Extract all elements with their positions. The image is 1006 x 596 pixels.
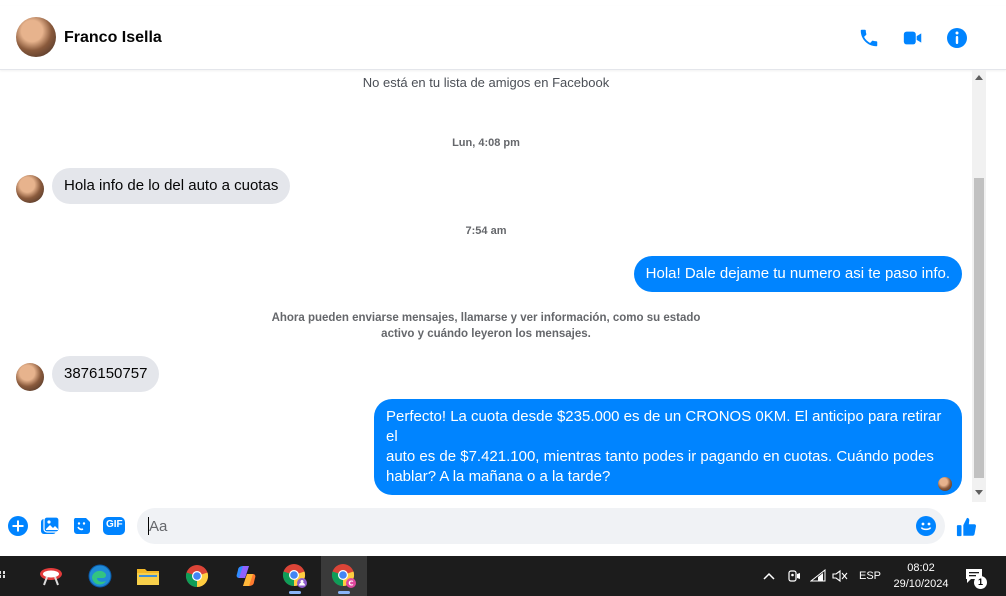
- wifi-icon: [810, 569, 826, 582]
- edge-icon: [88, 564, 112, 588]
- chat-header: Franco Isella: [0, 6, 1006, 70]
- attach-photo-button[interactable]: [40, 516, 60, 536]
- tray-clock[interactable]: 08:02 29/10/2024: [884, 560, 958, 592]
- taskbar-app-edge[interactable]: [77, 556, 123, 596]
- taskbar-app-snipping[interactable]: [28, 556, 74, 596]
- timestamp: 7:54 am: [465, 225, 507, 237]
- timestamp: Lun, 4:08 pm: [452, 137, 520, 149]
- notification-badge: 1: [974, 576, 987, 589]
- clock-date: 29/10/2024: [893, 578, 949, 590]
- chevron-up-icon: [763, 572, 775, 580]
- phone-icon: [860, 29, 878, 47]
- sender-avatar[interactable]: [16, 363, 44, 391]
- conversation-info-button[interactable]: [943, 24, 971, 52]
- scroll-down-arrow[interactable]: [975, 490, 983, 495]
- copilot-icon: [236, 566, 256, 586]
- folder-icon: [137, 569, 159, 585]
- more-actions-button[interactable]: [8, 516, 28, 536]
- taskbar-app-chrome[interactable]: [174, 556, 220, 596]
- scrollbar[interactable]: [972, 70, 986, 502]
- message-thread[interactable]: No está en tu lista de amigos en Faceboo…: [0, 70, 972, 502]
- outgoing-message[interactable]: Hola! Dale dejame tu numero asi te paso …: [633, 256, 962, 292]
- sticker-icon: [73, 518, 90, 534]
- message-composer: GIF: [0, 504, 1006, 548]
- tray-volume[interactable]: [830, 556, 850, 596]
- video-camera-icon: [903, 31, 922, 45]
- notice-line: activo y cuándo leyeron los mensajes.: [381, 328, 591, 340]
- running-indicator: [289, 591, 301, 594]
- scroll-thumb[interactable]: [974, 178, 984, 478]
- task-view-button[interactable]: [0, 556, 14, 596]
- taskbar-app-copilot[interactable]: [223, 556, 269, 596]
- taskbar-app-chrome-profile-active[interactable]: C: [321, 556, 367, 596]
- volume-muted-icon: [832, 569, 848, 583]
- messenger-window: Franco Isella No está en tu lista de ami…: [0, 0, 1006, 596]
- seen-indicator-avatar: [938, 477, 952, 491]
- message-input-container[interactable]: [137, 508, 945, 544]
- tray-language[interactable]: ESP: [856, 556, 884, 596]
- text-caret: [148, 517, 149, 535]
- info-icon: [947, 28, 967, 48]
- svg-text:C: C: [348, 580, 353, 588]
- gif-button[interactable]: GIF: [103, 516, 125, 536]
- gif-label: GIF: [106, 519, 123, 530]
- outgoing-message[interactable]: Perfecto! La cuota desde $235.000 es de …: [374, 399, 962, 495]
- contact-name[interactable]: Franco Isella: [64, 29, 162, 47]
- incoming-message[interactable]: Hola info de lo del auto a cuotas: [52, 168, 291, 204]
- sticker-button[interactable]: [72, 516, 92, 536]
- sender-avatar[interactable]: [16, 175, 44, 203]
- phone-call-button[interactable]: [855, 24, 883, 52]
- message-line: auto es de $7.421.100, mientras tanto po…: [386, 448, 934, 465]
- windows-taskbar: C ESP 08:02 29/10/2024 1: [0, 556, 1006, 596]
- plus-icon: [8, 516, 28, 536]
- chrome-profile-icon: C: [331, 564, 356, 588]
- taskbar-app-file-explorer[interactable]: [125, 556, 171, 596]
- snipping-tool-icon: [40, 568, 62, 586]
- not-friends-notice: No está en tu lista de amigos en Faceboo…: [362, 75, 610, 90]
- incoming-message[interactable]: 3876150757: [52, 356, 160, 392]
- chrome-icon: [185, 565, 209, 588]
- tray-wifi[interactable]: [808, 556, 828, 596]
- task-view-icon: [0, 571, 5, 578]
- message-line: hablar? A la mañana o a la tarde?: [386, 468, 611, 485]
- message-line: Perfecto! La cuota desde $235.000 es de …: [386, 408, 942, 445]
- photo-icon: [41, 516, 60, 534]
- video-call-button[interactable]: [899, 24, 927, 52]
- running-indicator: [338, 591, 350, 594]
- camera-tray-icon: [788, 570, 800, 582]
- thumbs-up-icon[interactable]: [956, 516, 978, 538]
- message-input[interactable]: [149, 516, 909, 536]
- chrome-profile-icon: [282, 564, 307, 588]
- emoji-icon[interactable]: [916, 516, 936, 536]
- clock-time: 08:02: [907, 562, 935, 574]
- notice-line: Ahora pueden enviarse mensajes, llamarse…: [271, 312, 701, 324]
- scroll-up-arrow[interactable]: [975, 75, 983, 80]
- taskbar-app-chrome-profile[interactable]: [272, 556, 318, 596]
- tray-meet-now[interactable]: [785, 556, 803, 596]
- connection-notice: Ahora pueden enviarse mensajes, llamarse…: [260, 310, 712, 342]
- show-hidden-icons-button[interactable]: [760, 556, 778, 596]
- notification-center-button[interactable]: 1: [962, 556, 987, 596]
- contact-avatar[interactable]: [16, 17, 56, 57]
